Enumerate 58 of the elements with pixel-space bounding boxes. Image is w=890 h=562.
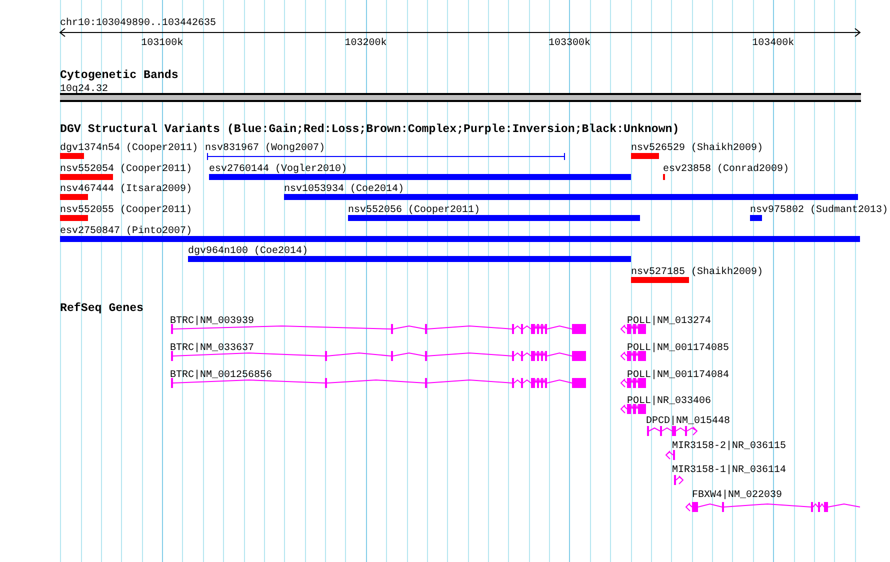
variant-bar[interactable] [348,215,640,221]
variant-bar[interactable] [60,215,88,221]
variant-label[interactable]: nsv552055 (Cooper2011) [60,205,192,216]
variant-bar[interactable] [60,174,113,180]
variant-bar[interactable] [60,194,88,200]
gene-label[interactable]: FBXW4|NM_022039 [692,490,782,501]
variant-line[interactable] [206,152,566,160]
tick-label: 103200k [344,38,387,49]
track-title: Cytogenetic Bands [60,69,178,82]
variant-label[interactable]: nsv831967 (Wong2007) [205,143,326,154]
variant-label[interactable]: esv2760144 (Vogler2010) [209,164,348,175]
variant-bar[interactable] [631,153,659,159]
variant-bar[interactable] [750,215,762,221]
variant-bar[interactable] [284,194,858,200]
gene-label[interactable]: MIR3158-2|NR_036115 [672,441,786,452]
gene-label[interactable]: BTRC|NM_003939 [170,316,254,327]
variant-label[interactable]: nsv526529 (Shaikh2009) [631,143,764,154]
variant-label[interactable]: nsv552054 (Cooper2011) [60,164,192,175]
variant-bar[interactable] [188,256,631,262]
tick-label: 103300k [548,38,590,49]
tick-label: 103400k [752,38,794,49]
variant-label[interactable]: dgv1374n54 (Cooper2011) [60,143,198,154]
variant-bar[interactable] [60,153,84,159]
variant-label[interactable]: nsv467444 (Itsara2009) [60,184,192,195]
gene-model-drawing[interactable] [685,502,860,512]
variant-label[interactable]: nsv527185 (Shaikh2009) [631,267,764,278]
gene-model-drawing[interactable] [171,378,586,388]
variant-bar[interactable] [60,236,860,242]
gene-model-drawing[interactable] [620,378,646,388]
gene-label[interactable]: POLL|NR_033406 [627,396,712,407]
gene-label[interactable]: MIR3158-1|NR_036114 [672,465,786,476]
variant-bar[interactable] [209,174,631,180]
gene-label[interactable]: POLL|NM_001174085 [627,343,730,354]
gene-model-drawing[interactable] [620,351,646,361]
variant-label[interactable]: dgv964n100 (Coe2014) [188,246,308,257]
gene-model-drawing[interactable] [620,404,646,414]
variant-label[interactable]: nsv552056 (Cooper2011) [348,205,480,216]
gene-label[interactable]: DPCD|NM_015448 [646,416,730,427]
gene-model-drawing[interactable] [620,324,646,334]
gene-model-drawing[interactable] [171,324,586,334]
track-title: DGV Structural Variants (Blue:Gain;Red:Loss;Brown:Complex;Purple:Inversion;Black:Unknown) [60,123,680,136]
variant-label[interactable]: nsv1053934 (Coe2014) [284,184,404,195]
gene-label[interactable]: BTRC|NM_001256856 [170,370,272,381]
variant-label[interactable]: esv2750847 (Pinto2007) [60,226,192,237]
variant-label[interactable]: esv23858 (Conrad2009) [663,164,790,175]
gene-label[interactable]: BTRC|NM_033637 [170,343,254,354]
gene-model-drawing[interactable] [674,475,684,485]
gene-label[interactable]: POLL|NM_013274 [627,316,712,327]
variant-bar[interactable] [631,277,689,283]
track-title: RefSeq Genes [60,302,144,315]
band-label: 10q24.32 [60,84,108,95]
variant-label[interactable]: nsv975802 (Sudmant2013) [750,205,888,216]
gene-model-drawing[interactable] [647,426,698,436]
gene-label[interactable]: POLL|NM_001174084 [627,370,730,381]
region-label: chr10:103049890..103442635 [60,18,216,29]
tick-label: 103100k [141,38,184,49]
gene-model-drawing[interactable] [171,351,586,361]
gene-model-drawing[interactable] [665,450,675,460]
